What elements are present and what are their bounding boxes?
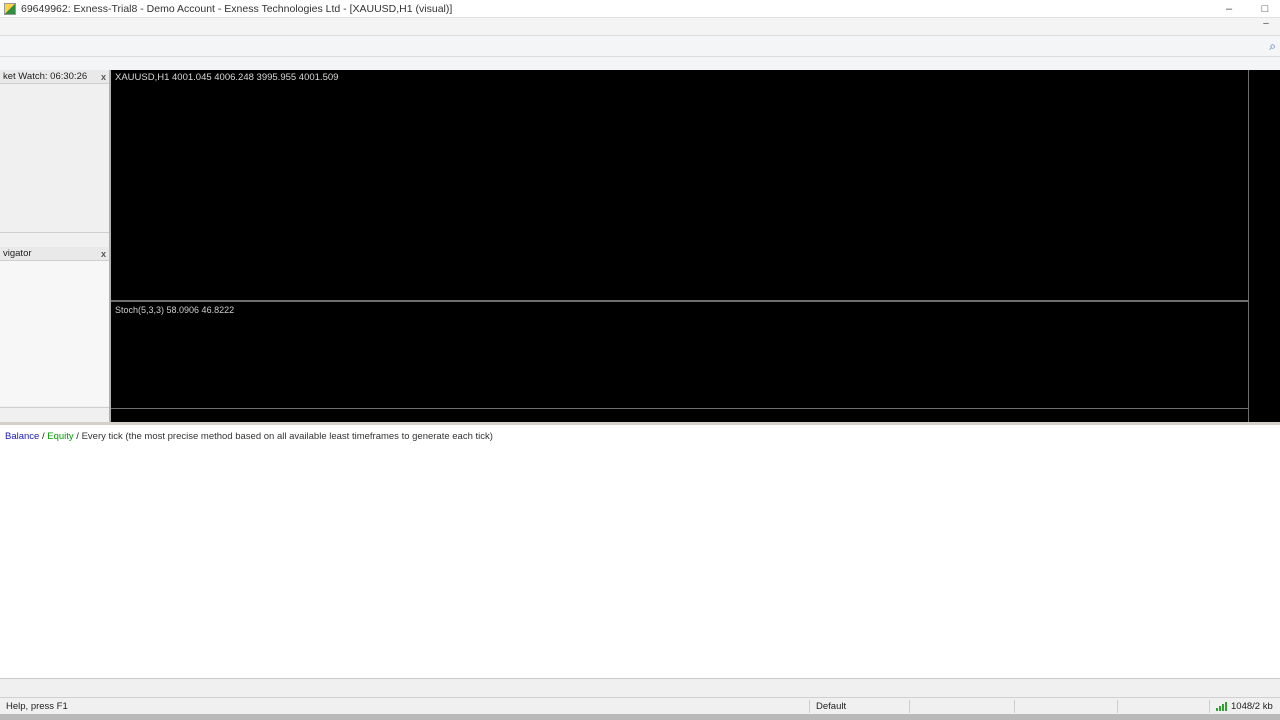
maximize-button[interactable]: □ [1258,3,1272,15]
menu-bar [0,18,1280,36]
navigator-title: vigator [3,248,32,259]
status-cell [910,699,1015,713]
connection-icon [1216,701,1227,711]
chart-ohlc-header: XAUUSD,H1 4001.045 4006.248 3995.955 400… [115,72,339,83]
stochastic-label: Stoch(5,3,3) 58.0906 46.8222 [115,305,235,315]
status-cell [1015,699,1118,713]
status-profile[interactable]: Default [810,699,910,713]
tester-graph-header: Balance / Equity / Every tick (the most … [5,431,493,442]
status-cell [1118,699,1210,713]
navigator-tree [0,261,109,406]
market-watch-panel: ket Watch: 06:30:26 x [0,70,111,247]
close-icon[interactable]: x [101,72,106,82]
toolbar-drawing-timeframes [0,57,1280,71]
toolbar-main [0,36,1280,57]
pane-separator[interactable] [111,300,1248,302]
mdi-minimize-button[interactable]: – [1258,18,1274,32]
navigator-tabs [0,407,109,422]
tick-method-label: Every tick (the most precise method base… [81,431,493,442]
traffic-label: 1048/2 kb [1231,700,1273,712]
equity-legend: Equity [47,431,74,442]
status-traffic: 1048/2 kb [1210,700,1280,713]
minimize-button[interactable]: – [1222,3,1236,15]
mt4-window: 69649962: Exness-Trial8 - Demo Account -… [0,0,1280,720]
status-bar: Help, press F1 Default 1048/2 kb [0,697,1280,714]
strategy-tester-graph[interactable]: Balance / Equity / Every tick (the most … [0,422,1280,678]
navigator-panel: vigator x [0,247,111,422]
app-icon [4,2,16,15]
window-title: 69649962: Exness-Trial8 - Demo Account -… [21,2,453,15]
market-watch-title: ket Watch: 06:30:26 [3,71,88,82]
market-watch-tabs [0,232,109,247]
search-icon[interactable]: ⌕ [1269,39,1276,54]
balance-legend: Balance [5,431,40,442]
os-taskbar[interactable] [0,714,1280,720]
price-axis [1248,70,1280,422]
time-axis [111,408,1248,422]
price-chart[interactable]: XAUUSD,H1 4001.045 4006.248 3995.955 400… [111,70,1280,422]
close-icon[interactable]: x [101,249,106,259]
status-help: Help, press F1 [0,699,810,713]
tester-tabs [0,678,1280,697]
title-bar: 69649962: Exness-Trial8 - Demo Account -… [0,0,1280,18]
header-sep: / [73,431,82,442]
